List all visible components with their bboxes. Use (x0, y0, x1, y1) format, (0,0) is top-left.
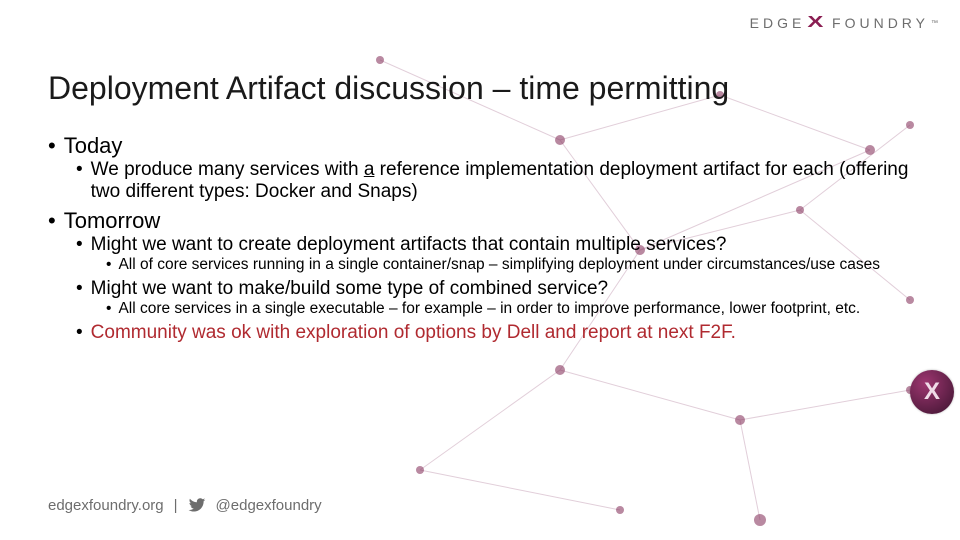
footer-url: edgexfoundry.org (48, 497, 164, 514)
bullet-list: Today We produce many services with a re… (48, 133, 912, 344)
bullet-community-note: Community was ok with exploration of opt… (91, 322, 736, 344)
bullet-today-item: We produce many services with a referenc… (91, 159, 912, 204)
bullet-multiple-services: Might we want to create deployment artif… (91, 234, 727, 256)
slide-content: Deployment Artifact discussion – time pe… (0, 0, 960, 540)
bullet-single-container: All of core services running in a single… (118, 256, 880, 275)
bullet-combined-service: Might we want to make/build some type of… (91, 278, 608, 300)
bullet-today: Today (64, 133, 123, 159)
x-badge-icon: X (910, 370, 954, 414)
slide-footer: edgexfoundry.org | @edgexfoundry (48, 496, 322, 514)
footer-divider: | (174, 497, 178, 514)
bullet-tomorrow: Tomorrow (64, 208, 161, 234)
slide-title: Deployment Artifact discussion – time pe… (48, 70, 912, 107)
twitter-icon (188, 496, 206, 514)
footer-handle: @edgexfoundry (216, 497, 322, 514)
bullet-single-executable: All core services in a single executable… (118, 300, 860, 319)
